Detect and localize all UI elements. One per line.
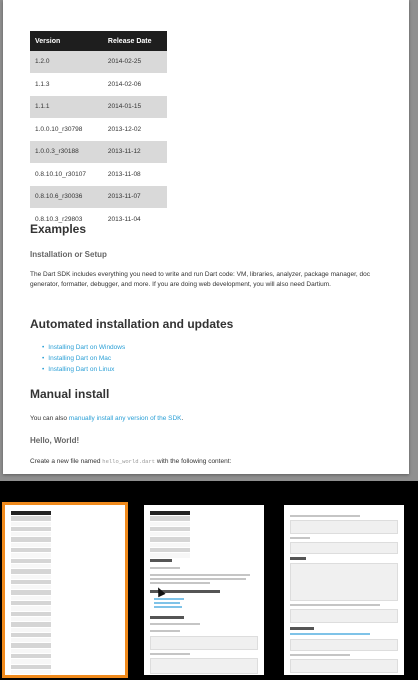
table-row: 0.8.10.10_r30107 2013-11-08 — [30, 163, 167, 186]
version-cell: 1.0.0.3_r30188 — [30, 140, 103, 164]
create-text-suffix: with the following content: — [155, 458, 232, 465]
link-install-linux[interactable]: Installing Dart on Linux — [42, 364, 125, 375]
version-cell: 1.1.3 — [30, 73, 103, 96]
document-page: Version Release Date 1.2.0 2014-02-25 1.1… — [3, 0, 409, 474]
version-cell: 1.0.0.10_r30798 — [30, 118, 103, 141]
date-cell: 2013-11-12 — [102, 140, 167, 164]
version-cell: 1.1.1 — [30, 95, 103, 119]
column-header-release-date: Release Date — [102, 31, 167, 51]
page-thumbnail-2[interactable] — [144, 505, 264, 675]
manual-install-link[interactable]: manually install any version of the SDK — [69, 415, 182, 422]
link-install-mac[interactable]: Installing Dart on Mac — [42, 353, 125, 364]
create-file-paragraph: Create a new file named hello_world.dart… — [30, 457, 386, 467]
table-row: 1.1.1 2014-01-15 — [30, 95, 167, 119]
manual-text-prefix: You can also — [30, 415, 69, 422]
link-install-windows[interactable]: Installing Dart on Windows — [42, 342, 125, 353]
manual-install-paragraph: You can also manually install any versio… — [30, 414, 386, 424]
manual-install-heading: Manual install — [30, 387, 110, 401]
table-header-row: Version Release Date — [30, 31, 167, 51]
table-row: 1.0.0.3_r30188 2013-11-12 — [30, 140, 167, 164]
date-cell: 2013-11-08 — [102, 163, 167, 186]
version-cell: 0.8.10.6_r30036 — [30, 185, 103, 209]
date-cell: 2014-01-15 — [102, 95, 167, 119]
date-cell: 2014-02-25 — [102, 51, 167, 74]
manual-text-suffix: . — [181, 415, 184, 422]
date-cell: 2014-02-06 — [102, 73, 167, 96]
table-row: 1.1.3 2014-02-06 — [30, 73, 167, 96]
table-row: 0.8.10.6_r30036 2013-11-07 — [30, 185, 167, 209]
thumbnail-table-preview — [11, 511, 51, 675]
version-cell: 0.8.10.10_r30107 — [30, 163, 103, 186]
date-cell: 2013-12-02 — [102, 118, 167, 141]
page-thumbnail-3[interactable] — [284, 505, 404, 675]
thumbnail-table-preview — [150, 511, 190, 559]
hello-world-heading: Hello, World! — [30, 436, 80, 445]
date-cell: 2013-11-07 — [102, 185, 167, 209]
install-links-list: Installing Dart on Windows Installing Da… — [42, 342, 125, 375]
date-cell: 2013-11-04 — [102, 208, 167, 231]
filename-code: hello_world.dart — [102, 458, 156, 465]
intro-paragraph: The Dart SDK includes everything you nee… — [30, 271, 370, 288]
examples-heading: Examples — [30, 222, 87, 236]
version-cell: 1.2.0 — [30, 51, 103, 74]
mouse-cursor-icon — [154, 585, 166, 598]
thumbnail-strip — [0, 481, 418, 680]
table-row: 1.2.0 2014-02-25 — [30, 51, 167, 74]
column-header-version: Version — [30, 31, 103, 51]
installation-heading: Installation or Setup — [30, 250, 107, 259]
table-row: 1.0.0.10_r30798 2013-12-02 — [30, 118, 167, 141]
page-thumbnail-1[interactable] — [5, 505, 125, 675]
create-text-prefix: Create a new file named — [30, 458, 103, 465]
automated-install-heading: Automated installation and updates — [30, 317, 234, 331]
version-table: Version Release Date 1.2.0 2014-02-25 1.1… — [30, 31, 167, 231]
